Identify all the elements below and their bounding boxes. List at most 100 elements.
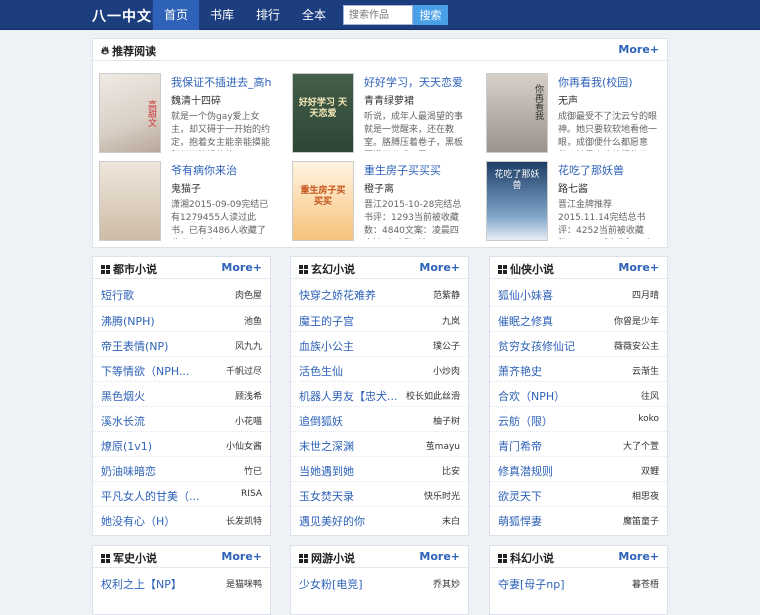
book-link[interactable]: 短行歌 bbox=[101, 287, 134, 303]
list-item: 下等情欲（NPH... 千帆过尽 bbox=[93, 356, 270, 381]
list-item: 催眠之修真 你曾是少年 bbox=[490, 306, 667, 331]
book-author: koko bbox=[638, 414, 659, 424]
book-link[interactable]: 萧齐艳史 bbox=[498, 363, 542, 379]
recommend-book-title[interactable]: 重生房子买买买 bbox=[364, 162, 441, 178]
book-link[interactable]: 帝王表情(NP) bbox=[101, 338, 168, 354]
recommend-item[interactable]: 高甜文 我保证不插进去_高h 魏清十四碎 就是一个伪gay爱上女主，却又碍于一开… bbox=[93, 73, 279, 155]
book-link[interactable]: 遇见美好的你 bbox=[299, 513, 365, 529]
nav-home[interactable]: 首页 bbox=[153, 0, 200, 30]
book-link[interactable]: 玉女焚天录 bbox=[299, 488, 354, 504]
category-panel-fantasy: 玄幻小说 More+ 快穿之娇花难养 范紫静 魔王的子宫 九岚 血族小公主 璞公子 活… bbox=[290, 256, 469, 536]
recommend-book-author: 魏清十四碎 bbox=[171, 96, 221, 107]
recommend-item[interactable]: 重生房子买买买 重生房子买买买 橙子离 晋江2015-10-28完结总书评：12… bbox=[286, 161, 472, 243]
nav-ranking[interactable]: 排行 bbox=[245, 0, 291, 30]
book-author: 池鱼 bbox=[243, 317, 262, 327]
search-input[interactable] bbox=[343, 5, 413, 25]
recommend-book-author: 青青绿萝裙 bbox=[364, 96, 414, 107]
book-link[interactable]: 追倒狐妖 bbox=[299, 413, 343, 429]
recommend-more-link[interactable]: More+ bbox=[618, 43, 659, 56]
book-link[interactable]: 平凡女人的甘美（... bbox=[101, 488, 200, 504]
book-cover[interactable]: 你再看我 bbox=[486, 73, 548, 153]
recommend-book-author: 无声 bbox=[558, 96, 578, 107]
book-link[interactable]: 催眠之修真 bbox=[498, 313, 553, 329]
book-author: 茧mayu bbox=[425, 442, 460, 452]
book-author: 小仙女酱 bbox=[225, 442, 262, 452]
book-link[interactable]: 萌狐悍妻 bbox=[498, 513, 542, 529]
book-link[interactable]: 快穿之娇花难养 bbox=[299, 287, 376, 303]
book-link[interactable]: 青门希帝 bbox=[498, 438, 542, 454]
recommend-book-title[interactable]: 花吃了那妖兽 bbox=[558, 162, 624, 178]
book-link[interactable]: 溪水长流 bbox=[101, 413, 145, 429]
recommend-book-title[interactable]: 你再看我(校园) bbox=[558, 74, 633, 90]
recommend-book-title[interactable]: 爷有病你来治 bbox=[171, 162, 237, 178]
book-link[interactable]: 末世之深渊 bbox=[299, 438, 354, 454]
book-link[interactable]: 机器人男友【忠犬... bbox=[299, 388, 398, 404]
category-more-link[interactable]: More+ bbox=[221, 550, 262, 563]
recommend-book-title[interactable]: 好好学习，天天恋爱 bbox=[364, 74, 463, 90]
book-link[interactable]: 当她遇到她 bbox=[299, 463, 354, 479]
book-link[interactable]: 魔王的子宫 bbox=[299, 313, 354, 329]
book-author: 璞公子 bbox=[432, 342, 460, 352]
book-link[interactable]: 合欢（NPH） bbox=[498, 388, 565, 404]
book-cover[interactable]: 重生房子买买买 bbox=[292, 161, 354, 241]
book-cover[interactable] bbox=[99, 161, 161, 241]
category-more-link[interactable]: More+ bbox=[618, 550, 659, 563]
list-item: 欲灵天下 相思夜 bbox=[490, 481, 667, 506]
nav-completed[interactable]: 全本 bbox=[291, 0, 337, 30]
book-link[interactable]: 贫穷女孩修仙记 bbox=[498, 338, 575, 354]
category-more-link[interactable]: More+ bbox=[419, 550, 460, 563]
book-link[interactable]: 沸腾(NPH) bbox=[101, 313, 155, 329]
book-cover[interactable]: 好好学习 天天恋爱 bbox=[292, 73, 354, 153]
book-link[interactable]: 她没有心（H） bbox=[101, 513, 175, 529]
category-title: 玄幻小说 bbox=[311, 263, 355, 276]
category-list: 权利之上【NP】 是猫咪鸭 bbox=[93, 568, 270, 595]
book-link[interactable]: 燎原(1v1) bbox=[101, 438, 152, 454]
book-link[interactable]: 少女粉[电竞] bbox=[299, 576, 363, 592]
recommend-book-title[interactable]: 我保证不插进去_高h bbox=[171, 74, 271, 90]
category-title: 网游小说 bbox=[311, 552, 355, 565]
recommend-item[interactable]: 好好学习 天天恋爱 好好学习，天天恋爱 青青绿萝裙 听说，成年人最渴望的事就是一… bbox=[286, 73, 472, 155]
list-item: 沸腾(NPH) 池鱼 bbox=[93, 306, 270, 331]
book-link[interactable]: 欲灵天下 bbox=[498, 488, 542, 504]
recommend-header: 🔥︎ 推荐阅读 More+ bbox=[93, 39, 667, 61]
book-author: 末白 bbox=[441, 517, 460, 527]
category-list: 夺妻[母子np] 暮苍梧 bbox=[490, 568, 667, 595]
book-cover[interactable]: 花吃了那妖兽 bbox=[486, 161, 548, 241]
fire-icon: 🔥︎ bbox=[101, 44, 110, 57]
book-cover[interactable]: 高甜文 bbox=[99, 73, 161, 153]
list-item: 追倒狐妖 柚子树 bbox=[291, 406, 468, 431]
book-link[interactable]: 云舫（限） bbox=[498, 413, 553, 429]
recommend-book-desc: 听说，成年人最渴望的事就是一觉醒来，还在教室。胳膊压着卷子，黑板写满了公式，风 bbox=[364, 112, 464, 148]
book-link[interactable]: 下等情欲（NPH... bbox=[101, 363, 189, 379]
recommend-book-desc: 潇湘2015-09-09完结已有1279455人读过此书，已有3486人收藏了此… bbox=[171, 200, 269, 236]
search-button[interactable]: 搜索 bbox=[413, 5, 448, 25]
book-author: 范紫静 bbox=[432, 291, 460, 301]
recommend-panel: 🔥︎ 推荐阅读 More+ 高甜文 我保证不插进去_高h 魏清十四碎 就是一个伪… bbox=[92, 38, 668, 248]
category-more-link[interactable]: More+ bbox=[618, 261, 659, 274]
recommend-item[interactable]: 爷有病你来治 鬼猫子 潇湘2015-09-09完结已有1279455人读过此书，… bbox=[93, 161, 279, 243]
book-link[interactable]: 夺妻[母子np] bbox=[498, 576, 565, 592]
category-more-link[interactable]: More+ bbox=[419, 261, 460, 274]
top-navbar: 八一中文网 首页 书库 排行 全本 轨迹 搜索 bbox=[0, 0, 760, 30]
book-link[interactable]: 活色生仙 bbox=[299, 363, 343, 379]
category-title: 都市小说 bbox=[113, 263, 157, 276]
book-link[interactable]: 修真潜规则 bbox=[498, 463, 553, 479]
list-item: 修真潜规则 双鲤 bbox=[490, 456, 667, 481]
nav-library[interactable]: 书库 bbox=[199, 0, 245, 30]
book-link[interactable]: 权利之上【NP】 bbox=[101, 576, 182, 592]
book-author: 快乐时光 bbox=[423, 492, 460, 502]
category-title: 科幻小说 bbox=[510, 552, 554, 565]
book-link[interactable]: 血族小公主 bbox=[299, 338, 354, 354]
book-link[interactable]: 狐仙小妹喜 bbox=[498, 287, 553, 303]
book-author: 薇薇安公主 bbox=[613, 342, 659, 352]
book-author: 九岚 bbox=[441, 317, 460, 327]
list-item: 魔王的子宫 九岚 bbox=[291, 306, 468, 331]
book-link[interactable]: 奶油味暗恋 bbox=[101, 463, 156, 479]
book-link[interactable]: 黑色烟火 bbox=[101, 388, 145, 404]
recommend-item[interactable]: 花吃了那妖兽 花吃了那妖兽 路七酱 晋江金牌推荐2015.11.14完结总书评：… bbox=[480, 161, 666, 243]
book-author: 相思夜 bbox=[631, 492, 659, 502]
category-panel-xianxia: 仙侠小说 More+ 狐仙小妹喜 四月晴 催眠之修真 你曾是少年 贫穷女孩修仙记 薇薇… bbox=[489, 256, 668, 536]
category-more-link[interactable]: More+ bbox=[221, 261, 262, 274]
book-author: 千帆过尽 bbox=[225, 367, 262, 377]
recommend-item[interactable]: 你再看我 你再看我(校园) 无声 成御最受不了沈云兮的眼神。她只要软软地看他一眼… bbox=[480, 73, 666, 155]
